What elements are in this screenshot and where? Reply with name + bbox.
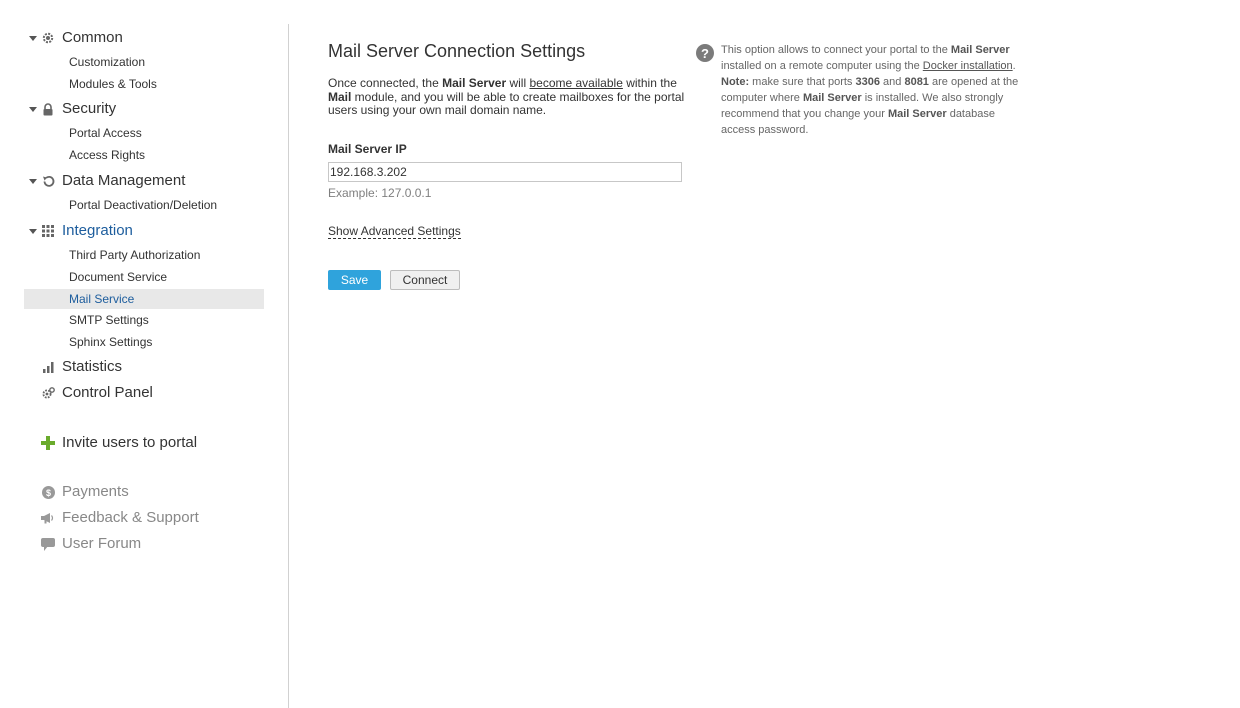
help-text-part: This option allows to connect your porta…	[721, 44, 951, 56]
sidebar-item-mail-service[interactable]: Mail Service	[24, 289, 264, 309]
desc-bold: Mail Server	[442, 76, 507, 90]
desc-text: Once connected, the	[328, 76, 443, 90]
feedback-support-link[interactable]: Feedback & Support	[24, 506, 284, 530]
sidebar-item-label: Portal Deactivation/Deletion	[69, 198, 218, 212]
help-bold: 3306	[855, 76, 880, 88]
sidebar-divider	[288, 24, 289, 708]
sidebar-section-integration[interactable]: Integration	[24, 219, 284, 243]
sidebar-item-label: Document Service	[69, 270, 168, 284]
help-text-part: installed on a remote computer using the	[721, 60, 923, 72]
chevron-down-icon[interactable]	[29, 36, 37, 41]
desc-text: within the	[622, 76, 677, 90]
sidebar-item-portal-deactivation[interactable]: Portal Deactivation/Deletion	[24, 195, 264, 215]
save-button[interactable]: Save	[328, 270, 381, 290]
sidebar-section-label: Security	[62, 100, 117, 117]
help-bold: Mail Server	[887, 108, 947, 120]
sidebar-section-statistics[interactable]: Statistics	[24, 355, 284, 379]
sidebar-item-label: Mail Service	[69, 292, 135, 306]
sidebar-item-label: SMTP Settings	[69, 313, 149, 327]
desc-text: will	[506, 76, 530, 90]
chevron-down-icon[interactable]	[29, 107, 37, 112]
speech-bubble-icon	[41, 537, 55, 551]
help-bold: 8081	[904, 76, 929, 88]
docker-installation-link[interactable]: Docker installation	[923, 60, 1013, 72]
sidebar-section-data-management[interactable]: Data Management	[24, 169, 284, 193]
user-forum-link[interactable]: User Forum	[24, 532, 284, 556]
payments-link[interactable]: $ Payments	[24, 480, 284, 504]
sidebar-section-label: Data Management	[62, 172, 186, 189]
desc-underline: become available	[529, 76, 623, 90]
sidebar-item-document-service[interactable]: Document Service	[24, 267, 264, 287]
bar-chart-icon	[41, 360, 55, 374]
help-bold: Note:	[721, 76, 750, 88]
sidebar-item-label: Customization	[69, 55, 146, 69]
restore-icon	[41, 174, 55, 188]
sidebar-section-label: Integration	[62, 222, 133, 239]
sidebar-section-label: Common	[62, 29, 123, 46]
page-title: Mail Server Connection Settings	[328, 41, 586, 61]
help-text-part: and	[879, 76, 905, 88]
sidebar-section-control-panel[interactable]: Control Panel	[24, 381, 284, 405]
invite-users-label: Invite users to portal	[62, 434, 198, 451]
invite-users-link[interactable]: Invite users to portal	[24, 431, 284, 455]
mail-server-ip-label: Mail Server IP	[328, 142, 407, 156]
gears-icon	[41, 386, 55, 400]
sidebar: Common Customization Modules & Tools Sec…	[0, 0, 289, 708]
user-forum-label: User Forum	[62, 535, 142, 552]
help-text-part: .	[1012, 60, 1016, 72]
description-text: Once connected, the Mail Server will bec…	[328, 76, 688, 118]
sidebar-item-smtp-settings[interactable]: SMTP Settings	[24, 310, 264, 330]
svg-text:$: $	[45, 488, 50, 498]
chevron-down-icon[interactable]	[29, 179, 37, 184]
sidebar-item-third-party-auth[interactable]: Third Party Authorization	[24, 245, 264, 265]
gear-icon	[41, 31, 55, 45]
sidebar-item-portal-access[interactable]: Portal Access	[24, 123, 264, 143]
feedback-support-label: Feedback & Support	[62, 509, 199, 526]
sidebar-item-label: Sphinx Settings	[69, 335, 153, 349]
desc-bold: Mail	[328, 89, 352, 104]
show-advanced-settings-link[interactable]: Show Advanced Settings	[328, 224, 461, 239]
sidebar-item-access-rights[interactable]: Access Rights	[24, 145, 264, 165]
dollar-icon: $	[41, 485, 55, 499]
sidebar-item-label: Portal Access	[69, 126, 142, 140]
desc-text: module, and you will be able to create m…	[328, 89, 685, 117]
help-text-part: make sure that ports	[749, 76, 856, 88]
sidebar-section-label: Statistics	[62, 358, 123, 375]
example-hint: Example: 127.0.0.1	[328, 186, 432, 200]
help-text: This option allows to connect your porta…	[721, 42, 1026, 138]
help-bold: Mail Server	[950, 44, 1010, 56]
grid-icon	[41, 224, 55, 238]
plus-icon	[41, 436, 55, 450]
megaphone-icon	[41, 511, 55, 525]
sidebar-section-common[interactable]: Common	[24, 26, 284, 50]
sidebar-item-label: Modules & Tools	[69, 77, 157, 91]
sidebar-item-customization[interactable]: Customization	[24, 52, 264, 72]
sidebar-item-label: Third Party Authorization	[69, 248, 201, 262]
sidebar-item-modules-tools[interactable]: Modules & Tools	[24, 74, 264, 94]
connect-button[interactable]: Connect	[390, 270, 460, 290]
help-bold: Mail Server	[802, 92, 862, 104]
help-question-icon: ?	[696, 44, 714, 62]
mail-server-ip-input[interactable]	[328, 162, 682, 182]
sidebar-item-label: Access Rights	[69, 148, 146, 162]
lock-icon	[41, 102, 55, 116]
sidebar-section-label: Control Panel	[62, 384, 153, 401]
chevron-down-icon[interactable]	[29, 229, 37, 234]
sidebar-section-security[interactable]: Security	[24, 97, 284, 121]
sidebar-item-sphinx-settings[interactable]: Sphinx Settings	[24, 332, 264, 352]
payments-label: Payments	[62, 483, 129, 500]
